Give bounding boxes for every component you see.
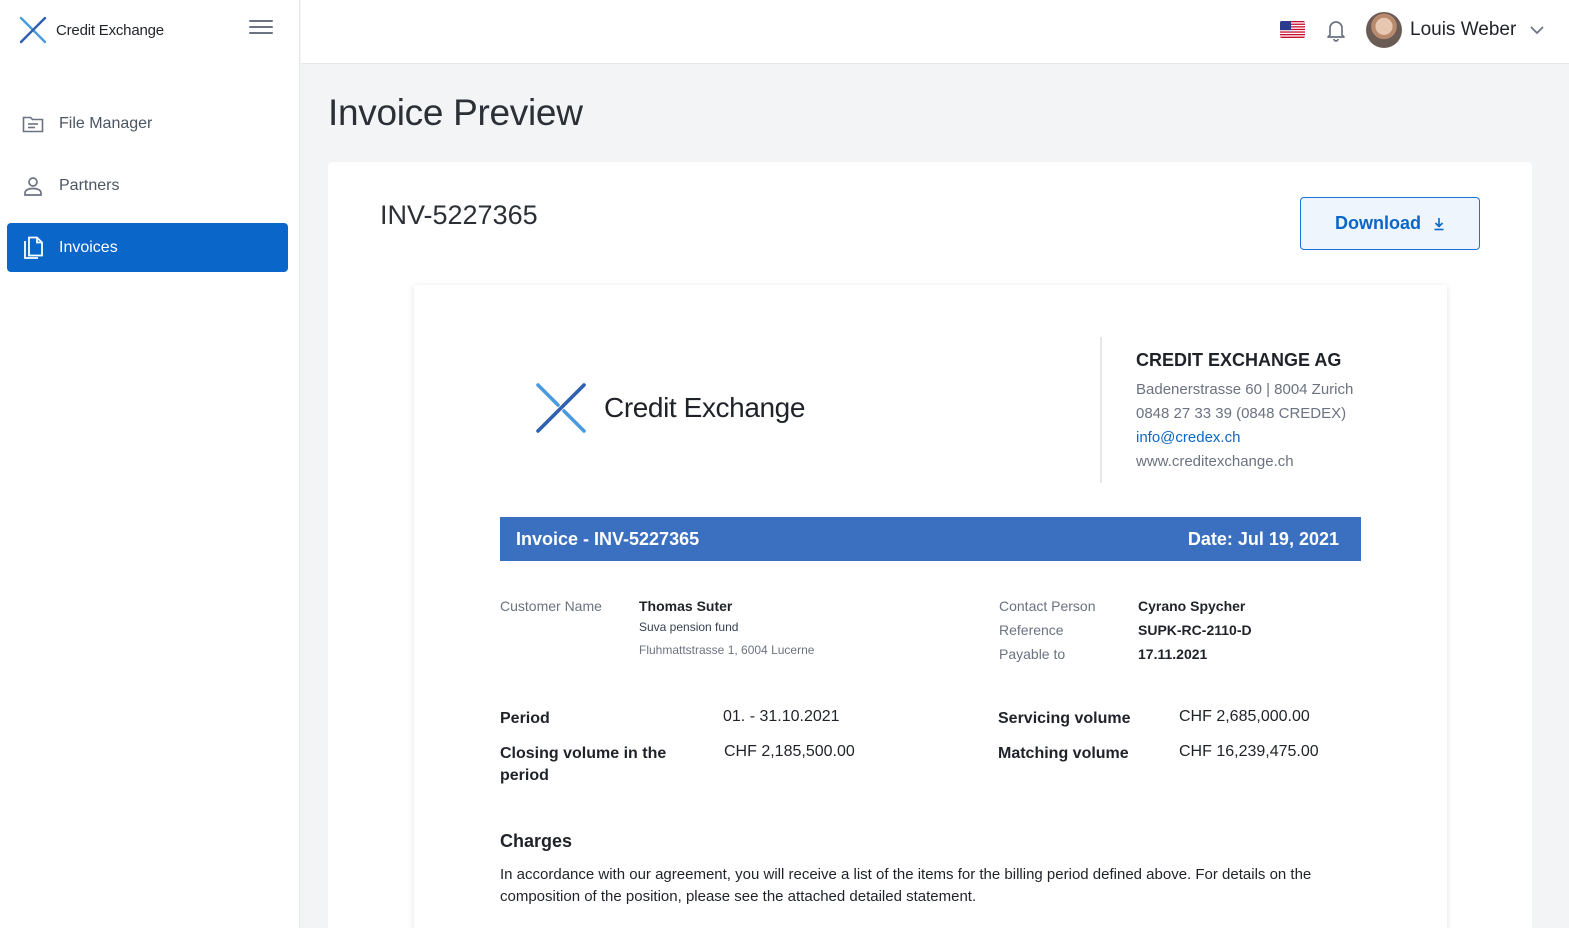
sidebar-item-partners[interactable]: Partners <box>7 161 288 210</box>
sidebar: Credit Exchange File Manager Partners In… <box>0 0 300 928</box>
person-icon <box>21 174 45 198</box>
customer-address: Fluhmattstrasse 1, 6004 Lucerne <box>639 643 815 657</box>
user-name[interactable]: Louis Weber <box>1410 19 1516 41</box>
invoice-id: INV-5227365 <box>380 200 538 230</box>
charges-title: Charges <box>500 831 573 851</box>
folder-icon <box>21 112 45 136</box>
company-email-link[interactable]: info@credex.ch <box>1136 426 1353 450</box>
chevron-down-icon[interactable] <box>1529 22 1545 38</box>
invoice-document: Credit Exchange CREDIT EXCHANGE AG Baden… <box>414 285 1447 928</box>
banner-title: Invoice - INV-5227365 <box>516 528 700 549</box>
reference-label: Reference <box>999 622 1064 638</box>
servicing-volume-value: CHF 2,685,000.00 <box>1179 708 1310 725</box>
document-logo-text: Credit Exchange <box>604 392 806 423</box>
customer-name: Thomas Suter <box>639 598 733 614</box>
company-website: www.creditexchange.ch <box>1136 453 1294 470</box>
period-value: 01. - 31.10.2021 <box>723 708 840 725</box>
credit-exchange-logo-icon <box>536 383 586 433</box>
closing-volume-value: CHF 2,185,500.00 <box>724 743 855 760</box>
payable-to-value: 17.11.2021 <box>1138 646 1208 662</box>
brand-logo[interactable]: Credit Exchange <box>18 15 164 45</box>
sidebar-item-label: File Manager <box>59 114 153 132</box>
company-details: CREDIT EXCHANGE AG Badenerstrasse 60 | 8… <box>1136 350 1353 474</box>
period-label: Period <box>500 710 550 727</box>
company-name: CREDIT EXCHANGE AG <box>1136 350 1342 370</box>
sidebar-item-label: Invoices <box>59 238 118 256</box>
download-button-label: Download <box>1335 213 1421 233</box>
company-phone: 0848 27 33 39 (0848 CREDEX) <box>1136 405 1347 422</box>
servicing-volume-label: Servicing volume <box>998 710 1131 727</box>
menu-toggle-icon[interactable] <box>249 20 273 38</box>
reference-value: SUPK-RC-2110-D <box>1138 622 1252 638</box>
closing-volume-label: Closing volume in the period <box>500 745 667 784</box>
banner-date: Date: Jul 19, 2021 <box>1187 528 1339 549</box>
header-divider <box>1100 337 1102 483</box>
charges-description: In accordance with our agreement, you wi… <box>500 866 1312 905</box>
download-button[interactable]: Download <box>1300 197 1480 250</box>
payable-to-label: Payable to <box>999 646 1066 662</box>
sidebar-item-invoices[interactable]: Invoices <box>7 223 288 272</box>
sidebar-item-file-manager[interactable]: File Manager <box>7 99 288 148</box>
company-address: Badenerstrasse 60 | 8004 Zurich <box>1136 381 1354 398</box>
customer-organization: Suva pension fund <box>639 620 739 634</box>
brand-name: Credit Exchange <box>56 21 164 39</box>
download-icon <box>1434 217 1444 230</box>
top-bar: Louis Weber <box>301 0 1569 64</box>
contact-person-value: Cyrano Spycher <box>1138 598 1246 614</box>
matching-volume-label: Matching volume <box>998 745 1129 762</box>
customer-name-label: Customer Name <box>500 598 602 614</box>
user-avatar[interactable] <box>1366 12 1402 48</box>
us-flag-icon[interactable] <box>1280 21 1305 38</box>
invoice-banner: Invoice - INV-5227365 Date: Jul 19, 2021 <box>500 517 1361 561</box>
documents-icon <box>21 236 45 260</box>
sidebar-nav: File Manager Partners Invoices <box>7 99 288 285</box>
contact-person-label: Contact Person <box>999 598 1096 614</box>
page-title: Invoice Preview <box>328 92 583 133</box>
matching-volume-value: CHF 16,239,475.00 <box>1179 743 1319 760</box>
invoice-card: INV-5227365 Download Credit Exchange CRE… <box>328 162 1532 928</box>
document-logo: Credit Exchange <box>534 381 805 435</box>
notification-bell-icon[interactable] <box>1325 18 1347 42</box>
sidebar-item-label: Partners <box>59 176 120 194</box>
credit-exchange-logo-icon <box>19 16 47 44</box>
